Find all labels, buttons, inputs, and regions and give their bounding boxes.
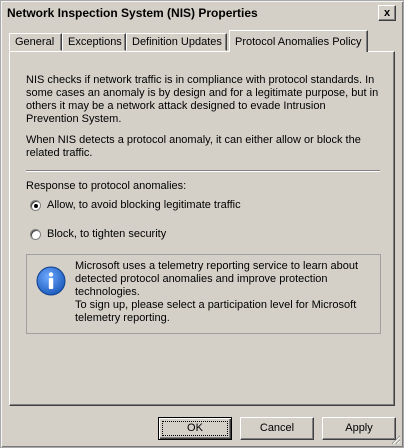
radio-block-indicator[interactable] bbox=[30, 228, 41, 240]
radio-block-label: Block, to tighten security bbox=[47, 228, 167, 240]
apply-button[interactable]: Apply bbox=[322, 417, 396, 440]
telemetry-info-line2: To sign up, please select a participatio… bbox=[75, 299, 357, 324]
apply-button-label: Apply bbox=[345, 422, 373, 434]
tab-general[interactable]: General bbox=[9, 33, 62, 51]
separator bbox=[26, 170, 380, 172]
radio-allow[interactable]: Allow, to avoid blocking legitimate traf… bbox=[30, 199, 241, 211]
window-title: Network Inspection System (NIS) Properti… bbox=[7, 6, 258, 20]
radio-allow-label: Allow, to avoid blocking legitimate traf… bbox=[47, 199, 241, 211]
tab-strip: General Exceptions Definition Updates Pr… bbox=[9, 30, 395, 52]
title-bar: Network Inspection System (NIS) Properti… bbox=[2, 2, 402, 24]
telemetry-info-box: Microsoft uses a telemetry reporting ser… bbox=[26, 254, 381, 334]
info-icon bbox=[36, 266, 66, 299]
radio-allow-indicator[interactable] bbox=[30, 199, 41, 211]
ok-button[interactable]: OK bbox=[158, 417, 232, 440]
tab-definition-updates[interactable]: Definition Updates bbox=[126, 33, 227, 51]
description-action-text: When NIS detects a protocol anomaly, it … bbox=[26, 134, 361, 159]
description-text: NIS checks if network traffic is in comp… bbox=[26, 74, 379, 125]
tab-exceptions[interactable]: Exceptions bbox=[62, 33, 126, 51]
tab-panel: NIS checks if network traffic is in comp… bbox=[9, 51, 395, 406]
close-button[interactable]: x bbox=[378, 5, 396, 21]
resize-grip-icon[interactable] bbox=[389, 433, 401, 445]
response-label: Response to protocol anomalies: bbox=[26, 180, 187, 192]
tab-protocol-anomalies-policy[interactable]: Protocol Anomalies Policy bbox=[229, 30, 368, 52]
cancel-button[interactable]: Cancel bbox=[240, 417, 314, 440]
focus-rect bbox=[162, 421, 228, 436]
properties-dialog: Network Inspection System (NIS) Properti… bbox=[0, 0, 404, 448]
close-icon: x bbox=[383, 6, 391, 19]
radio-block[interactable]: Block, to tighten security bbox=[30, 228, 166, 240]
telemetry-info-line1: Microsoft uses a telemetry reporting ser… bbox=[75, 260, 359, 298]
cancel-button-label: Cancel bbox=[259, 422, 295, 434]
telemetry-info-text: Microsoft uses a telemetry reporting ser… bbox=[75, 260, 375, 325]
